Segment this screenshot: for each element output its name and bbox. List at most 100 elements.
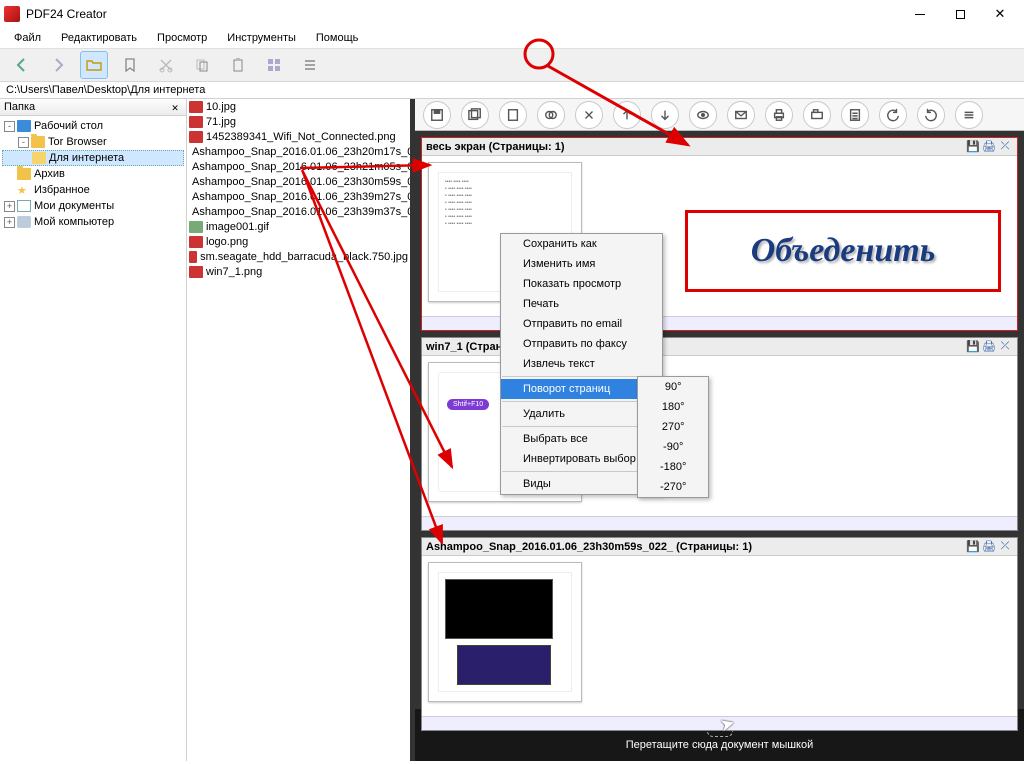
email-icon[interactable] xyxy=(727,101,755,129)
document-panel[interactable]: Ashampoo_Snap_2016.01.06_23h30m59s_022_ … xyxy=(421,537,1018,731)
bookmark-button[interactable] xyxy=(116,51,144,79)
doc-close-icon[interactable]: ⤫ xyxy=(997,139,1013,155)
page-thumbnail[interactable] xyxy=(428,562,582,702)
minimize-button[interactable] xyxy=(900,1,940,27)
menu-help[interactable]: Помощь xyxy=(306,30,369,46)
file-row[interactable]: 10.jpg xyxy=(187,99,410,114)
doc-save-icon[interactable]: 💾 xyxy=(965,139,981,155)
file-row[interactable]: 1452389341_Wifi_Not_Connected.png xyxy=(187,129,410,144)
tree-node[interactable]: +Мой компьютер xyxy=(2,214,184,230)
menu-tools[interactable]: Инструменты xyxy=(217,30,306,46)
tree-header-label: Папка xyxy=(4,101,168,113)
rotate-option[interactable]: 180° xyxy=(638,397,708,417)
context-item[interactable]: Отправить по факсу xyxy=(501,334,662,354)
file-row[interactable]: Ashampoo_Snap_2016.01.06_23h20m17s_017_.… xyxy=(187,144,410,159)
doc-print-icon[interactable]: 🖨 xyxy=(981,539,997,555)
doc-scrollbar[interactable] xyxy=(422,516,1017,530)
grid-button[interactable] xyxy=(260,51,288,79)
save-icon[interactable] xyxy=(423,101,451,129)
list-button[interactable] xyxy=(296,51,324,79)
merge-icon[interactable] xyxy=(537,101,565,129)
document-title: Ashampoo_Snap_2016.01.06_23h30m59s_022_ … xyxy=(426,541,965,553)
tree-node[interactable]: Архив xyxy=(2,166,184,182)
tree-close-button[interactable]: ✕ xyxy=(168,101,182,114)
file-name: image001.gif xyxy=(206,221,269,233)
file-row[interactable]: sm.seagate_hdd_barracuda_black.750.jpg xyxy=(187,249,410,264)
move-up-icon[interactable] xyxy=(613,101,641,129)
nav-back-button[interactable] xyxy=(8,51,36,79)
tree-node-label: Tor Browser xyxy=(48,136,107,148)
rotate-submenu[interactable]: 90°180°270°-90°-180°-270° xyxy=(637,376,709,498)
annotation-label: Объеденить xyxy=(751,232,936,270)
explorer-pane: Папка ✕ -Рабочий стол-Tor BrowserДля инт… xyxy=(0,99,415,761)
doc-print-icon[interactable]: 🖨 xyxy=(981,139,997,155)
file-row[interactable]: Ashampoo_Snap_2016.01.06_23h30m59s_022_.… xyxy=(187,174,410,189)
menu-view[interactable]: Просмотр xyxy=(147,30,217,46)
tree-node[interactable]: Избранное xyxy=(2,182,184,198)
context-item[interactable]: Отправить по email xyxy=(501,314,662,334)
fax-icon[interactable] xyxy=(803,101,831,129)
comp-icon xyxy=(17,216,31,228)
print-icon[interactable] xyxy=(765,101,793,129)
calc-icon[interactable] xyxy=(841,101,869,129)
doc-close-icon[interactable]: ⤫ xyxy=(997,539,1013,555)
tree-header: Папка ✕ xyxy=(0,99,186,116)
tree-node-label: Мой компьютер xyxy=(34,216,114,228)
file-name: 71.jpg xyxy=(206,116,236,128)
desktop-icon xyxy=(17,120,31,132)
context-item[interactable]: Сохранить как xyxy=(501,234,662,254)
annotation-box: Объеденить xyxy=(685,210,1001,292)
rotate-option[interactable]: 270° xyxy=(638,417,708,437)
file-row[interactable]: Ashampoo_Snap_2016.01.06_23h39m37s_044_.… xyxy=(187,204,410,219)
context-item[interactable]: Извлечь текст xyxy=(501,354,662,374)
open-folder-button[interactable] xyxy=(80,51,108,79)
save-all-icon[interactable] xyxy=(461,101,489,129)
tree-node[interactable]: +Мои документы xyxy=(2,198,184,214)
workspace-toolbar xyxy=(415,99,1024,131)
move-down-icon[interactable] xyxy=(651,101,679,129)
rotate-option[interactable]: -90° xyxy=(638,437,708,457)
rotate-option[interactable]: 90° xyxy=(638,377,708,397)
file-row[interactable]: Ashampoo_Snap_2016.01.06_23h39m27s_042_.… xyxy=(187,189,410,204)
menu-bar: Файл Редактировать Просмотр Инструменты … xyxy=(0,28,1024,48)
undo-icon[interactable] xyxy=(879,101,907,129)
delete-icon[interactable] xyxy=(575,101,603,129)
file-row[interactable]: 71.jpg xyxy=(187,114,410,129)
file-list[interactable]: 10.jpg 71.jpg1452389341_Wifi_Not_Connecte… xyxy=(187,99,410,761)
close-button[interactable] xyxy=(980,1,1020,27)
nav-forward-button[interactable] xyxy=(44,51,72,79)
file-name: Ashampoo_Snap_2016.01.06_23h30m59s_022_.… xyxy=(192,176,410,188)
tree-node[interactable]: -Tor Browser xyxy=(2,134,184,150)
maximize-button[interactable] xyxy=(940,1,980,27)
new-doc-icon[interactable] xyxy=(499,101,527,129)
doc-close-icon[interactable]: ⤫ xyxy=(997,339,1013,355)
copy-button[interactable] xyxy=(188,51,216,79)
doc-save-icon[interactable]: 💾 xyxy=(965,339,981,355)
drop-hint-label: Перетащите сюда документ мышкой xyxy=(626,739,814,751)
doc-save-icon[interactable]: 💾 xyxy=(965,539,981,555)
file-row[interactable]: win7_1.png xyxy=(187,264,410,279)
file-row[interactable]: Ashampoo_Snap_2016.01.06_23h21m05s_018_.… xyxy=(187,159,410,174)
redo-icon[interactable] xyxy=(917,101,945,129)
file-type-icon xyxy=(189,116,203,128)
tree-node[interactable]: -Рабочий стол xyxy=(2,118,184,134)
preview-icon[interactable] xyxy=(689,101,717,129)
context-item[interactable]: Изменить имя xyxy=(501,254,662,274)
file-row[interactable]: image001.gif xyxy=(187,219,410,234)
menu-edit[interactable]: Редактировать xyxy=(51,30,147,46)
file-name: 10.jpg xyxy=(206,101,236,113)
tree-node[interactable]: Для интернета xyxy=(2,150,184,166)
rotate-option[interactable]: -270° xyxy=(638,477,708,497)
cut-button[interactable] xyxy=(152,51,180,79)
context-item[interactable]: Показать просмотр xyxy=(501,274,662,294)
rotate-option[interactable]: -180° xyxy=(638,457,708,477)
settings-icon[interactable] xyxy=(955,101,983,129)
file-name: logo.png xyxy=(206,236,248,248)
folder-tree[interactable]: -Рабочий стол-Tor BrowserДля интернетаАр… xyxy=(0,116,186,232)
context-item[interactable]: Печать xyxy=(501,294,662,314)
doc-print-icon[interactable]: 🖨 xyxy=(981,339,997,355)
file-row[interactable]: logo.png xyxy=(187,234,410,249)
menu-file[interactable]: Файл xyxy=(4,30,51,46)
paste-button[interactable] xyxy=(224,51,252,79)
title-bar: PDF24 Creator xyxy=(0,0,1024,28)
